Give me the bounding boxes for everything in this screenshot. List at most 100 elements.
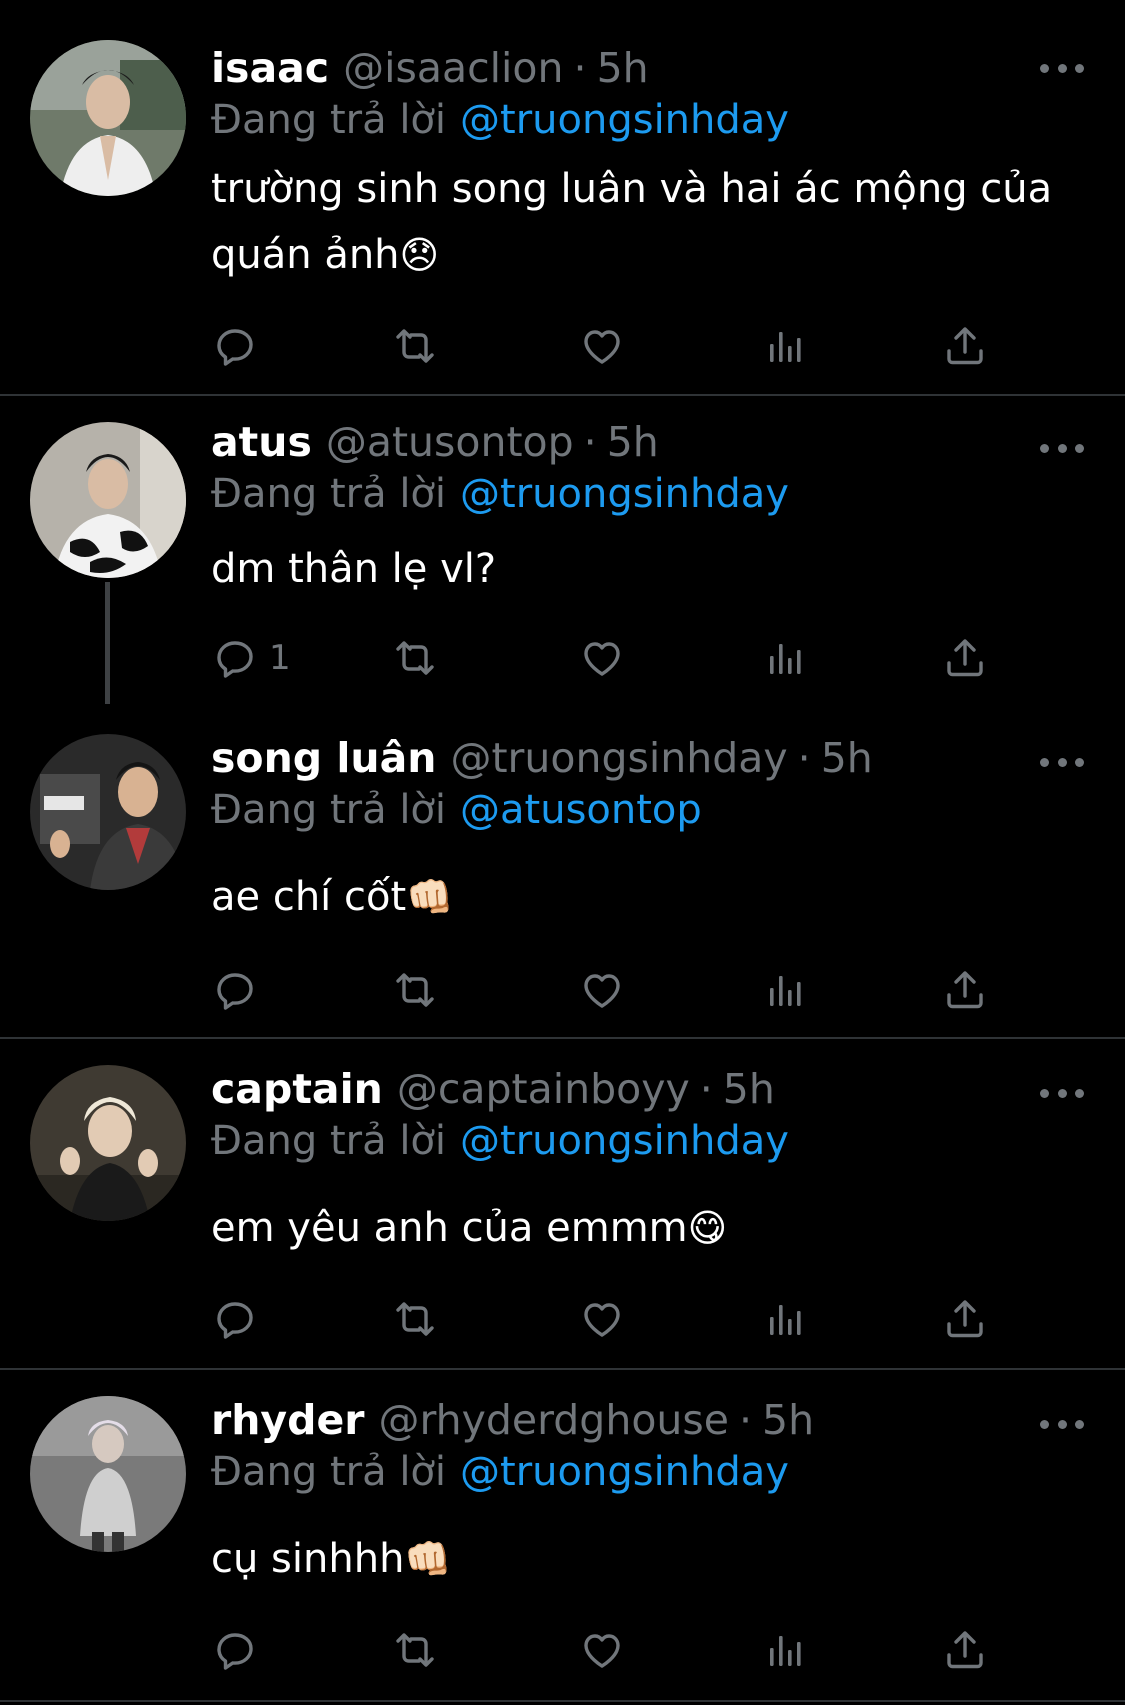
separator-dot: · bbox=[573, 44, 587, 92]
tweet[interactable]: rhyder @rhyderdghouse · 5h Đang trả lời @… bbox=[0, 1370, 1125, 1700]
more-icon[interactable] bbox=[1040, 1414, 1084, 1434]
views-button[interactable] bbox=[761, 1622, 809, 1678]
reply-count: 1 bbox=[269, 638, 291, 678]
user-handle[interactable]: @isaaclion bbox=[343, 40, 563, 96]
tweet[interactable]: isaac @isaaclion · 5h Đang trả lời @truon… bbox=[0, 0, 1125, 395]
reply-button[interactable] bbox=[211, 1622, 269, 1678]
retweet-button[interactable] bbox=[391, 318, 439, 374]
share-icon bbox=[947, 1631, 983, 1669]
views-button[interactable] bbox=[761, 630, 809, 686]
views-button[interactable] bbox=[761, 318, 809, 374]
reply-feed: isaac @isaaclion · 5h Đang trả lời @truon… bbox=[0, 0, 1125, 1705]
like-icon bbox=[584, 1634, 620, 1668]
more-icon[interactable] bbox=[1040, 58, 1084, 78]
like-icon bbox=[584, 974, 620, 1008]
reply-button[interactable]: 1 bbox=[211, 630, 291, 686]
user-handle[interactable]: @atusontop bbox=[326, 414, 574, 470]
more-icon[interactable] bbox=[1040, 752, 1084, 772]
tweet-text-content: dm thân lẹ vl? bbox=[211, 546, 497, 592]
timestamp[interactable]: 5h bbox=[597, 40, 649, 96]
retweet-button[interactable] bbox=[391, 1291, 439, 1347]
like-button[interactable] bbox=[578, 1622, 626, 1678]
display-name[interactable]: isaac bbox=[211, 40, 329, 96]
tweet-actions: 1 bbox=[211, 630, 1011, 686]
reply-mention-link[interactable]: @truongsinhday bbox=[460, 1118, 789, 1164]
avatar[interactable] bbox=[30, 40, 186, 196]
emoji: 👊🏻 bbox=[404, 1537, 452, 1581]
reply-button[interactable] bbox=[211, 962, 269, 1018]
avatar[interactable] bbox=[30, 1396, 186, 1552]
share-button[interactable] bbox=[941, 1291, 989, 1347]
reply-mention-link[interactable]: @truongsinhday bbox=[460, 97, 789, 143]
retweet-icon bbox=[396, 1302, 434, 1336]
tweet[interactable]: captain @captainboyy · 5h Đang trả lời @t… bbox=[0, 1039, 1125, 1369]
divider bbox=[0, 1700, 1125, 1702]
tweet-header: isaac @isaaclion · 5h bbox=[211, 40, 649, 96]
tweet-text: trường sinh song luân và hai ác mộng của… bbox=[211, 156, 1061, 288]
reply-icon bbox=[217, 329, 253, 366]
views-button[interactable] bbox=[761, 1291, 809, 1347]
tweet[interactable]: song luân @truongsinhday · 5h Đang trả l… bbox=[0, 708, 1125, 1038]
replying-to-label: Đang trả lời bbox=[211, 97, 447, 143]
tweet-text: cụ sinhhh👊🏻 bbox=[211, 1526, 1061, 1592]
separator-dot: · bbox=[738, 1396, 753, 1444]
emoji: 😞 bbox=[399, 233, 440, 277]
like-button[interactable] bbox=[578, 962, 626, 1018]
reply-mention-link[interactable]: @atusontop bbox=[460, 787, 702, 833]
display-name[interactable]: song luân bbox=[211, 730, 436, 786]
retweet-button[interactable] bbox=[391, 630, 439, 686]
replying-to-label: Đang trả lời bbox=[211, 471, 447, 517]
share-button[interactable] bbox=[941, 318, 989, 374]
timestamp[interactable]: 5h bbox=[762, 1392, 814, 1448]
reply-icon bbox=[217, 641, 253, 678]
views-icon bbox=[770, 1636, 801, 1666]
replying-to: Đang trả lời @truongsinhday bbox=[211, 1113, 789, 1169]
replying-to-label: Đang trả lời bbox=[211, 1449, 447, 1495]
retweet-button[interactable] bbox=[391, 1622, 439, 1678]
more-icon[interactable] bbox=[1040, 438, 1084, 458]
more-icon[interactable] bbox=[1040, 1083, 1084, 1103]
timestamp[interactable]: 5h bbox=[821, 730, 873, 786]
share-button[interactable] bbox=[941, 630, 989, 686]
like-button[interactable] bbox=[578, 630, 626, 686]
like-button[interactable] bbox=[578, 318, 626, 374]
tweet-text: em yêu anh của emmm😋 bbox=[211, 1195, 1061, 1261]
share-button[interactable] bbox=[941, 962, 989, 1018]
user-handle[interactable]: @captainboyy bbox=[397, 1061, 690, 1117]
replying-to: Đang trả lời @truongsinhday bbox=[211, 466, 789, 522]
reply-icon bbox=[217, 1302, 253, 1339]
share-icon bbox=[947, 1300, 983, 1338]
separator-dot: · bbox=[797, 734, 811, 782]
tweet-text: dm thân lẹ vl? bbox=[211, 536, 1061, 602]
timestamp[interactable]: 5h bbox=[607, 414, 659, 470]
tweet-text-content: trường sinh song luân và hai ác mộng của… bbox=[211, 166, 1053, 278]
user-handle[interactable]: @rhyderdghouse bbox=[379, 1392, 729, 1448]
share-button[interactable] bbox=[941, 1622, 989, 1678]
retweet-button[interactable] bbox=[391, 962, 439, 1018]
like-button[interactable] bbox=[578, 1291, 626, 1347]
retweet-icon bbox=[396, 1633, 434, 1667]
retweet-icon bbox=[396, 329, 434, 363]
user-handle[interactable]: @truongsinhday bbox=[450, 730, 787, 786]
reply-button[interactable] bbox=[211, 318, 269, 374]
display-name[interactable]: atus bbox=[211, 414, 312, 470]
replying-to: Đang trả lời @atusontop bbox=[211, 782, 702, 838]
tweet-actions bbox=[211, 318, 1011, 374]
reply-icon bbox=[217, 1633, 253, 1670]
views-icon bbox=[770, 332, 801, 362]
avatar[interactable] bbox=[30, 734, 186, 890]
avatar[interactable] bbox=[30, 1065, 186, 1221]
thread-line bbox=[105, 582, 110, 704]
reply-mention-link[interactable]: @truongsinhday bbox=[460, 471, 789, 517]
tweet[interactable]: atus @atusontop · 5h Đang trả lời @truong… bbox=[0, 396, 1125, 704]
display-name[interactable]: rhyder bbox=[211, 1392, 365, 1448]
display-name[interactable]: captain bbox=[211, 1061, 383, 1117]
reply-mention-link[interactable]: @truongsinhday bbox=[460, 1449, 789, 1495]
views-button[interactable] bbox=[761, 962, 809, 1018]
tweet-actions bbox=[211, 962, 1011, 1018]
timestamp[interactable]: 5h bbox=[723, 1061, 775, 1117]
reply-button[interactable] bbox=[211, 1291, 269, 1347]
views-icon bbox=[770, 1305, 801, 1335]
avatar[interactable] bbox=[30, 422, 186, 578]
retweet-icon bbox=[396, 641, 434, 675]
